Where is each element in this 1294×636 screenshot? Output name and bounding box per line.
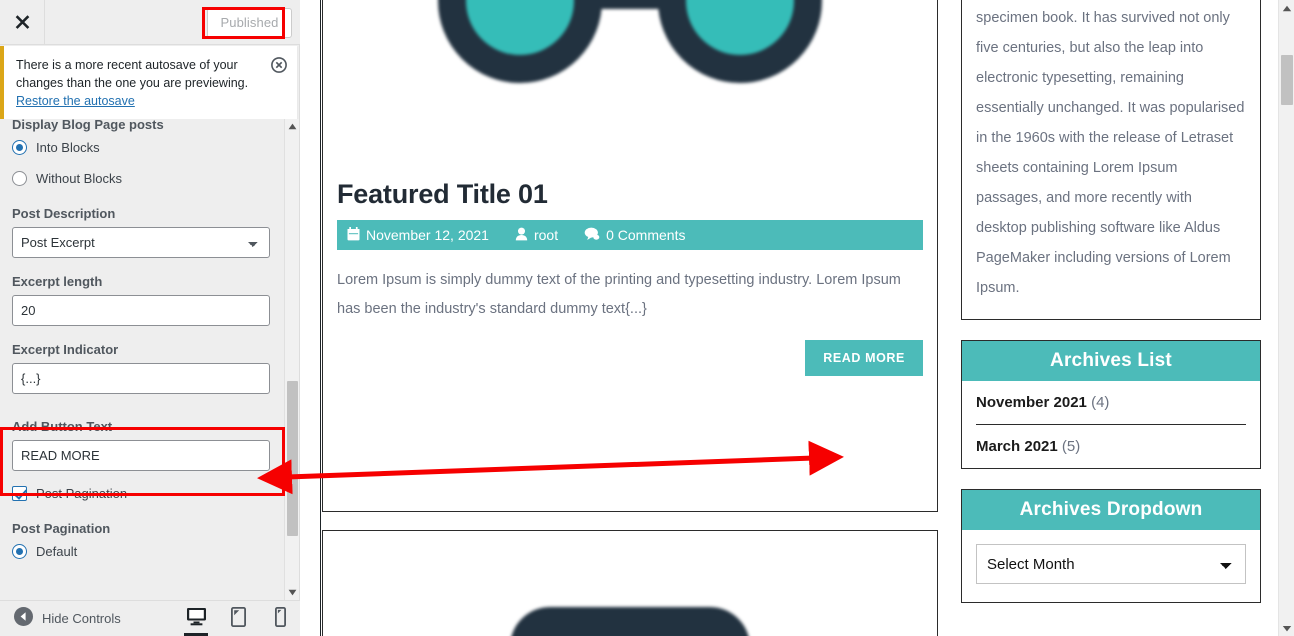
scroll-up-arrow-icon[interactable] <box>285 119 300 134</box>
published-button[interactable]: Published <box>207 8 292 38</box>
radio-into-blocks[interactable]: Into Blocks <box>12 140 272 155</box>
radio-pagination-default-label: Default <box>36 544 78 559</box>
autosave-notice-text: There is a more recent autosave of your … <box>16 58 249 90</box>
archive-label: November 2021 <box>976 394 1087 411</box>
customizer-controls-scroll[interactable]: Display Blog Page posts Into Blocks With… <box>0 119 284 600</box>
excerpt-length-input[interactable] <box>12 295 270 326</box>
archives-dropdown-title: Archives Dropdown <box>962 490 1260 530</box>
radio-into-blocks-label: Into Blocks <box>36 140 100 155</box>
site-preview: Featured Title 01 November 12, 2021 root… <box>320 0 1278 636</box>
post-comments: 0 Comments <box>584 227 685 244</box>
post-thumbnail <box>323 0 937 171</box>
archives-list-title: Archives List <box>962 341 1260 381</box>
select-month-dropdown[interactable]: Select Month <box>976 544 1246 584</box>
hide-controls-button[interactable]: Hide Controls <box>14 606 121 631</box>
desktop-icon <box>186 607 207 631</box>
archive-count: (4) <box>1091 394 1110 411</box>
add-button-text-label: Add Button Text <box>12 419 113 434</box>
archives-list-widget: Archives List November 2021 (4) March 20… <box>961 340 1261 469</box>
customizer-scrollbar[interactable] <box>284 119 299 600</box>
scroll-down-arrow-icon[interactable] <box>1279 620 1294 636</box>
post-thumbnail <box>323 531 937 636</box>
publish-button-wrapper: Published <box>207 8 292 38</box>
post-author: root <box>515 227 558 244</box>
collapse-left-arrow-icon <box>14 606 33 631</box>
post-body: Featured Title 01 November 12, 2021 root… <box>323 179 937 390</box>
excerpt-indicator-label: Excerpt Indicator <box>12 342 119 357</box>
add-button-text-input[interactable] <box>12 440 270 471</box>
radio-without-blocks[interactable]: Without Blocks <box>12 171 272 186</box>
close-customizer-button[interactable] <box>0 0 45 45</box>
post-author-text: root <box>533 227 559 243</box>
post-card <box>322 530 938 636</box>
radio-without-blocks-label: Without Blocks <box>36 171 122 186</box>
close-x-icon <box>14 14 31 31</box>
calendar-icon <box>347 226 360 244</box>
radio-into-blocks-input[interactable] <box>12 140 27 155</box>
post-pagination-checkbox-row[interactable]: Post Pagination <box>12 486 272 501</box>
archives-dropdown-widget: Archives Dropdown Select Month <box>961 489 1261 603</box>
user-icon <box>515 227 528 244</box>
scroll-down-arrow-icon[interactable] <box>285 585 300 600</box>
archives-dropdown-wrapper: Select Month <box>962 530 1260 602</box>
radio-pagination-default-input[interactable] <box>12 544 27 559</box>
archive-list-item[interactable]: November 2021 (4) <box>976 381 1246 425</box>
post-pagination-title: Post Pagination <box>12 521 111 536</box>
device-mobile-button[interactable] <box>259 601 301 636</box>
post-comments-text: 0 Comments <box>606 227 686 243</box>
customizer-panel: Published There is a more recent autosav… <box>0 0 300 636</box>
device-desktop-button[interactable] <box>175 601 217 636</box>
hide-controls-label: Hide Controls <box>42 611 121 626</box>
read-more-button[interactable]: READ MORE <box>805 340 923 376</box>
text-widget: specimen book. It has survived not only … <box>961 0 1261 320</box>
post-date: November 12, 2021 <box>347 226 489 244</box>
excerpt-length-label: Excerpt length <box>12 274 103 289</box>
post-description-label: Post Description <box>12 206 116 221</box>
customizer-footer: Hide Controls <box>0 600 300 636</box>
archive-label: March 2021 <box>976 438 1058 455</box>
glasses-icon <box>370 0 890 171</box>
autosave-notice: There is a more recent autosave of your … <box>0 46 297 120</box>
restore-autosave-link[interactable]: Restore the autosave <box>16 94 135 108</box>
read-more-wrapper: READ MORE <box>337 340 923 376</box>
text-widget-content: specimen book. It has survived not only … <box>976 10 1245 296</box>
vr-goggles-icon <box>500 603 760 636</box>
mobile-icon <box>274 606 286 632</box>
post-card: Featured Title 01 November 12, 2021 root… <box>322 0 938 512</box>
archives-list-body: November 2021 (4) March 2021 (5) <box>962 381 1260 468</box>
post-title: Featured Title 01 <box>337 179 548 209</box>
radio-without-blocks-input[interactable] <box>12 171 27 186</box>
display-blog-page-posts-title: Display Blog Page posts <box>12 119 164 132</box>
comments-icon <box>584 227 600 244</box>
browser-scrollbar-thumb[interactable] <box>1281 55 1293 105</box>
post-pagination-checkbox[interactable] <box>12 486 27 501</box>
customizer-scrollbar-thumb[interactable] <box>287 381 298 536</box>
customizer-screen: Published There is a more recent autosav… <box>0 0 1294 636</box>
post-date-text: November 12, 2021 <box>366 227 489 243</box>
dismiss-circle-icon[interactable] <box>271 57 287 73</box>
archive-list-item[interactable]: March 2021 (5) <box>976 425 1246 468</box>
radio-pagination-default[interactable]: Default <box>12 544 272 559</box>
customizer-header: Published <box>0 0 300 45</box>
post-pagination-checkbox-label: Post Pagination <box>36 486 128 501</box>
sidebar-widgets: specimen book. It has survived not only … <box>961 0 1261 623</box>
post-meta-bar: November 12, 2021 root 0 Comments <box>337 220 923 250</box>
excerpt-indicator-input[interactable] <box>12 363 270 394</box>
post-excerpt: Lorem Ipsum is simply dummy text of the … <box>337 272 901 317</box>
browser-scrollbar[interactable] <box>1278 0 1294 636</box>
device-preview-buttons <box>175 601 301 636</box>
tablet-icon <box>230 606 246 632</box>
archive-count: (5) <box>1061 438 1081 455</box>
scroll-up-arrow-icon[interactable] <box>1279 0 1294 16</box>
device-tablet-button[interactable] <box>217 601 259 636</box>
post-description-select[interactable]: Post Excerpt <box>12 227 270 258</box>
